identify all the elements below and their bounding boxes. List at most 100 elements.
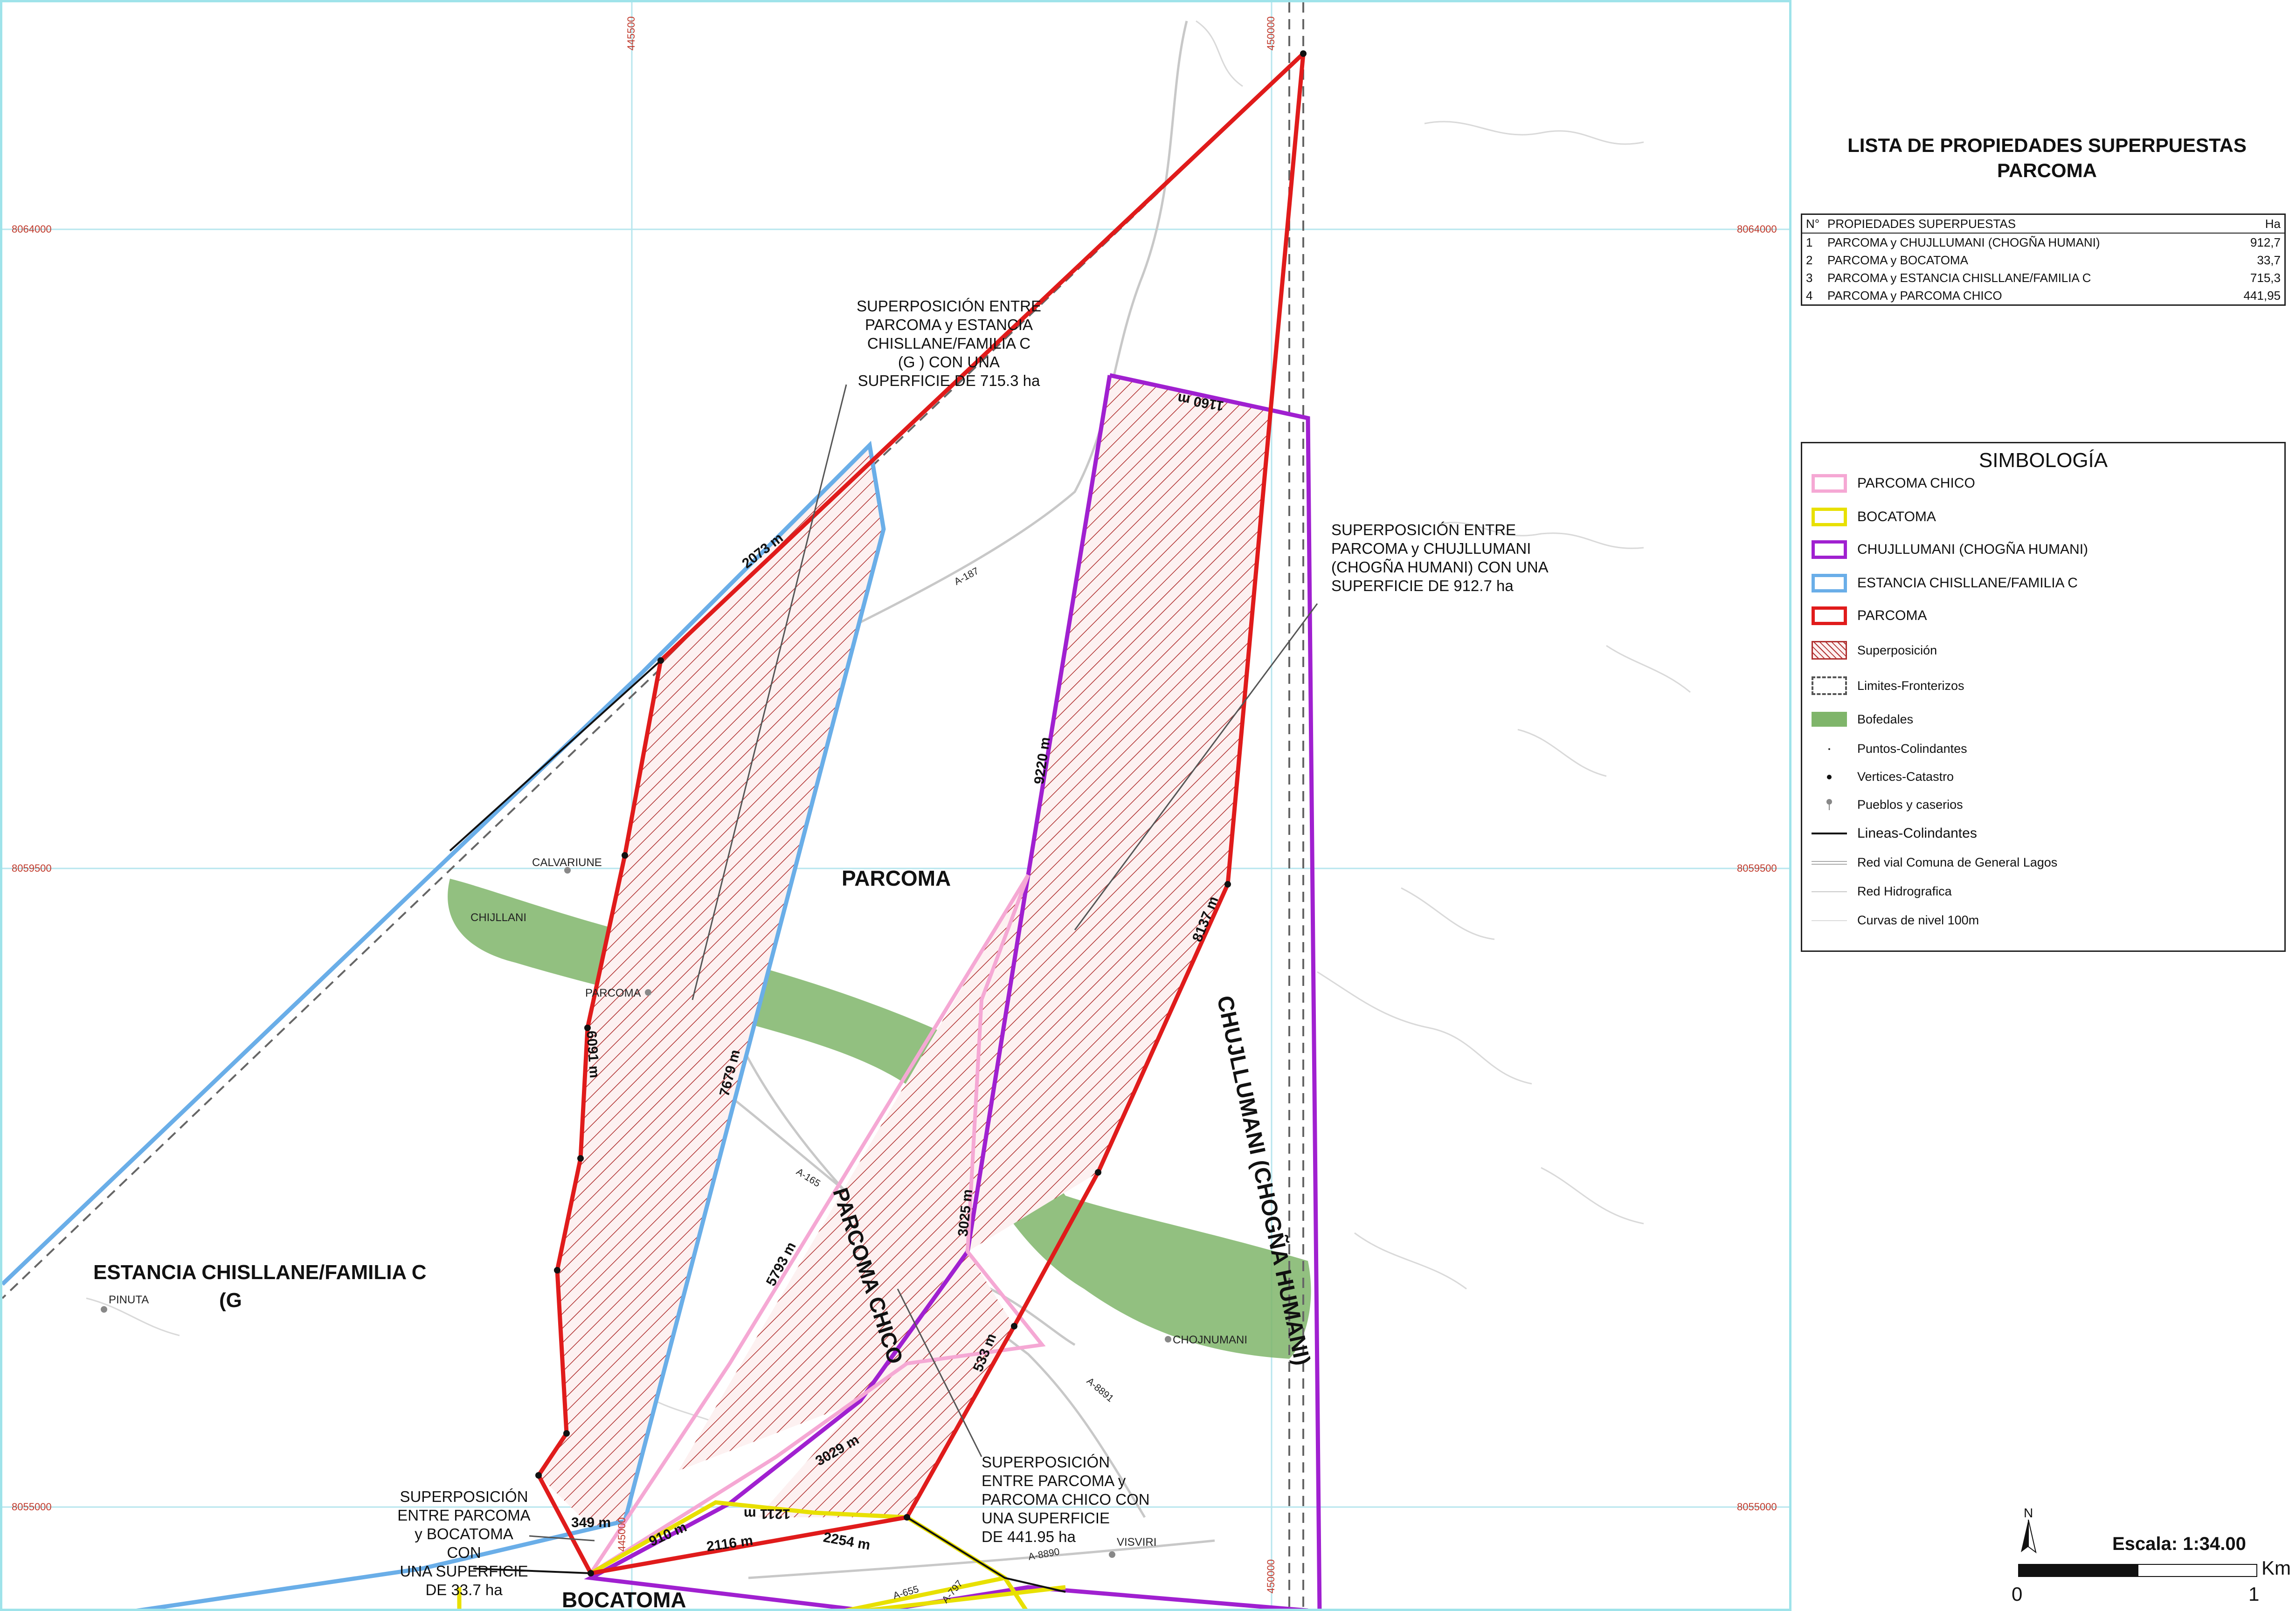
dimension-349: 349 m: [571, 1515, 611, 1530]
scale-unit: Km: [2261, 1557, 2291, 1579]
legend-swatch-lineas: [1812, 827, 1847, 840]
note-bocatoma-line: UNA SUPERFICIE: [400, 1563, 528, 1580]
legend-item-parcoma-chico: PARCOMA CHICO: [1812, 474, 1975, 493]
legend-swatch-red-hidro: [1812, 886, 1847, 898]
overlap-properties-table: N° PROPIEDADES SUPERPUESTAS Ha 1 PARCOMA…: [1801, 213, 2286, 306]
note-estancia-line: (G ) CON UNA: [898, 353, 1000, 371]
legend-label: Lineas-Colindantes: [1857, 826, 1977, 841]
coord-left-8059500: 8059500: [12, 862, 52, 874]
table-row: 2 PARCOMA y BOCATOMA 33,7: [1802, 251, 2285, 269]
legend-item-limites: Limites-Fronterizos: [1812, 676, 1964, 695]
table-row: 4 PARCOMA y PARCOMA CHICO 441,95: [1802, 287, 2285, 305]
note-parcoma-chico-line: SUPERPOSICIÓN: [982, 1453, 1110, 1471]
coord-bottom-450000: 450000: [1265, 1559, 1277, 1594]
coord-right-8059500: 8059500: [1737, 862, 1777, 874]
coord-top-445500: 445500: [625, 16, 637, 51]
coord-right-8064000: 8064000: [1737, 223, 1777, 235]
legend-title: SIMBOLOGÍA: [1978, 449, 2108, 472]
legend-label: PARCOMA: [1857, 608, 1927, 623]
map-canvas: [2, 2, 1789, 1609]
coord-right-8055000: 8055000: [1737, 1501, 1777, 1513]
note-overlap-chujllumani: SUPERPOSICIÓN ENTRE PARCOMA y CHUJLLUMAN…: [1331, 521, 1574, 595]
legend-swatch-bocatoma: [1812, 508, 1847, 526]
legend-label: Superposición: [1857, 643, 1937, 657]
note-parcoma-chico-line: UNA SUPERFICIE: [982, 1509, 1110, 1527]
coord-bottom-445000: 445000: [616, 1517, 628, 1552]
note-chujllumani-line: (CHOGÑA HUMANI) CON UNA: [1331, 558, 1549, 576]
legend-label: PARCOMA CHICO: [1857, 475, 1975, 491]
note-parcoma-chico-line: ENTRE PARCOMA y: [982, 1472, 1126, 1489]
legend-label: Puntos-Colindantes: [1857, 742, 1967, 756]
legend-swatch-estancia: [1812, 574, 1847, 592]
table-cell-name: PARCOMA y BOCATOMA: [1827, 253, 1968, 267]
list-title-line: PARCOMA: [1997, 159, 2097, 181]
table-cell-ha: 912,7: [2250, 235, 2281, 249]
note-chujllumani-line: SUPERFICIE DE 912.7 ha: [1331, 577, 1514, 594]
note-bocatoma-line: DE 33.7 ha: [425, 1581, 503, 1598]
note-estancia-line: CHISLLANE/FAMILIA C: [867, 335, 1031, 352]
coord-left-8055000: 8055000: [12, 1501, 52, 1513]
pin-icon: [1812, 798, 1847, 812]
scale-start: 0: [2012, 1583, 2023, 1605]
legend-label: Red vial Comuna de General Lagos: [1857, 855, 2058, 869]
place-pinuta: PINUTA: [109, 1294, 149, 1306]
scale-title: Escala: 1:34.00: [2112, 1534, 2246, 1554]
note-parcoma-chico-line: DE 441.95 ha: [982, 1528, 1076, 1545]
legend-swatch-parcoma-chico: [1812, 474, 1847, 493]
region-label-bocatoma: BOCATOMA: [562, 1588, 686, 1611]
dimension-1211: 1211 m: [744, 1506, 791, 1522]
legend-label: Vertices-Catastro: [1857, 770, 1954, 784]
legend-item-bocatoma: BOCATOMA: [1812, 508, 1936, 526]
legend-swatch-puntos: [1812, 743, 1847, 755]
note-bocatoma-line: y BOCATOMA CON: [415, 1525, 513, 1561]
table-cell-num: 1: [1806, 235, 1813, 249]
north-arrow-icon: N: [2014, 1506, 2042, 1557]
place-parcoma-town: PARCOMA: [585, 987, 641, 999]
table-cell-num: 3: [1806, 271, 1813, 285]
legend-item-puntos: Puntos-Colindantes: [1812, 742, 1967, 756]
note-chujllumani-line: SUPERPOSICIÓN ENTRE: [1331, 521, 1516, 538]
region-label-estancia-line2: (G: [219, 1289, 242, 1312]
coord-left-8064000: 8064000: [12, 223, 52, 235]
place-calvariune: CALVARIUNE: [532, 856, 602, 869]
table-cell-ha: 715,3: [2250, 271, 2281, 285]
legend-swatch-bofedales: [1812, 712, 1847, 727]
note-estancia-line: SUPERPOSICIÓN ENTRE: [856, 297, 1042, 315]
north-label: N: [2024, 1506, 2033, 1520]
coord-top-450000: 450000: [1265, 16, 1277, 51]
legend-item-bofedales: Bofedales: [1812, 712, 1913, 727]
place-chojnumani: CHOJNUMANI: [1173, 1334, 1247, 1346]
note-parcoma-chico-line: PARCOMA CHICO CON: [982, 1491, 1150, 1508]
table-cell-name: PARCOMA y ESTANCIA CHISLLANE/FAMILIA C: [1827, 271, 2091, 285]
legend-label: ESTANCIA CHISLLANE/FAMILIA C: [1857, 575, 2078, 591]
legend-label: BOCATOMA: [1857, 509, 1936, 524]
table-row: 1 PARCOMA y CHUJLLUMANI (CHOGÑA HUMANI) …: [1802, 233, 2285, 251]
legend-swatch-red-vial: [1812, 857, 1847, 869]
note-estancia-line: PARCOMA y ESTANCIA: [864, 316, 1033, 333]
legend-item-curvas: Curvas de nivel 100m: [1812, 913, 1979, 928]
note-estancia-line: SUPERFICIE DE 715.3 ha: [858, 372, 1040, 389]
table-cell-num: 4: [1806, 289, 1813, 303]
note-chujllumani-line: PARCOMA y CHUJLLUMANI: [1331, 540, 1531, 557]
note-bocatoma-line: ENTRE PARCOMA: [397, 1507, 531, 1524]
legend-panel: SIMBOLOGÍA PARCOMA CHICO BOCATOMA CHUJLL…: [1801, 442, 2286, 952]
legend-item-pueblos: Pueblos y caserios: [1812, 798, 1963, 812]
legend-swatch-superposicion: [1812, 641, 1847, 660]
north-arrow-shape: [2021, 1520, 2037, 1554]
legend-item-red-hidrografica: Red Hidrografica: [1812, 884, 1952, 899]
table-header-name: PROPIEDADES SUPERPUESTAS: [1824, 214, 2226, 234]
note-overlap-parcoma-chico: SUPERPOSICIÓN ENTRE PARCOMA y PARCOMA CH…: [982, 1453, 1187, 1546]
table-header-row: N° PROPIEDADES SUPERPUESTAS Ha: [1801, 214, 2285, 234]
legend-label: Limites-Fronterizos: [1857, 678, 1964, 693]
region-label-estancia: ESTANCIA CHISLLANE/FAMILIA C: [93, 1261, 427, 1284]
region-label-parcoma: PARCOMA: [842, 866, 951, 890]
table-cell-ha: 33,7: [2257, 253, 2281, 267]
scale-bar: [2018, 1564, 2257, 1577]
legend-label: CHUJLLUMANI (CHOGÑA HUMANI): [1857, 542, 2089, 557]
legend-item-vertices: Vertices-Catastro: [1812, 770, 1954, 784]
legend-item-parcoma: PARCOMA: [1812, 606, 1927, 625]
legend-swatch-parcoma: [1812, 606, 1847, 625]
table-cell-num: 2: [1806, 253, 1813, 267]
table-cell-name: PARCOMA y CHUJLLUMANI (CHOGÑA HUMANI): [1827, 235, 2100, 249]
map-frame[interactable]: 445500 450000 450000 445000 8064000 8064…: [0, 0, 1791, 1611]
